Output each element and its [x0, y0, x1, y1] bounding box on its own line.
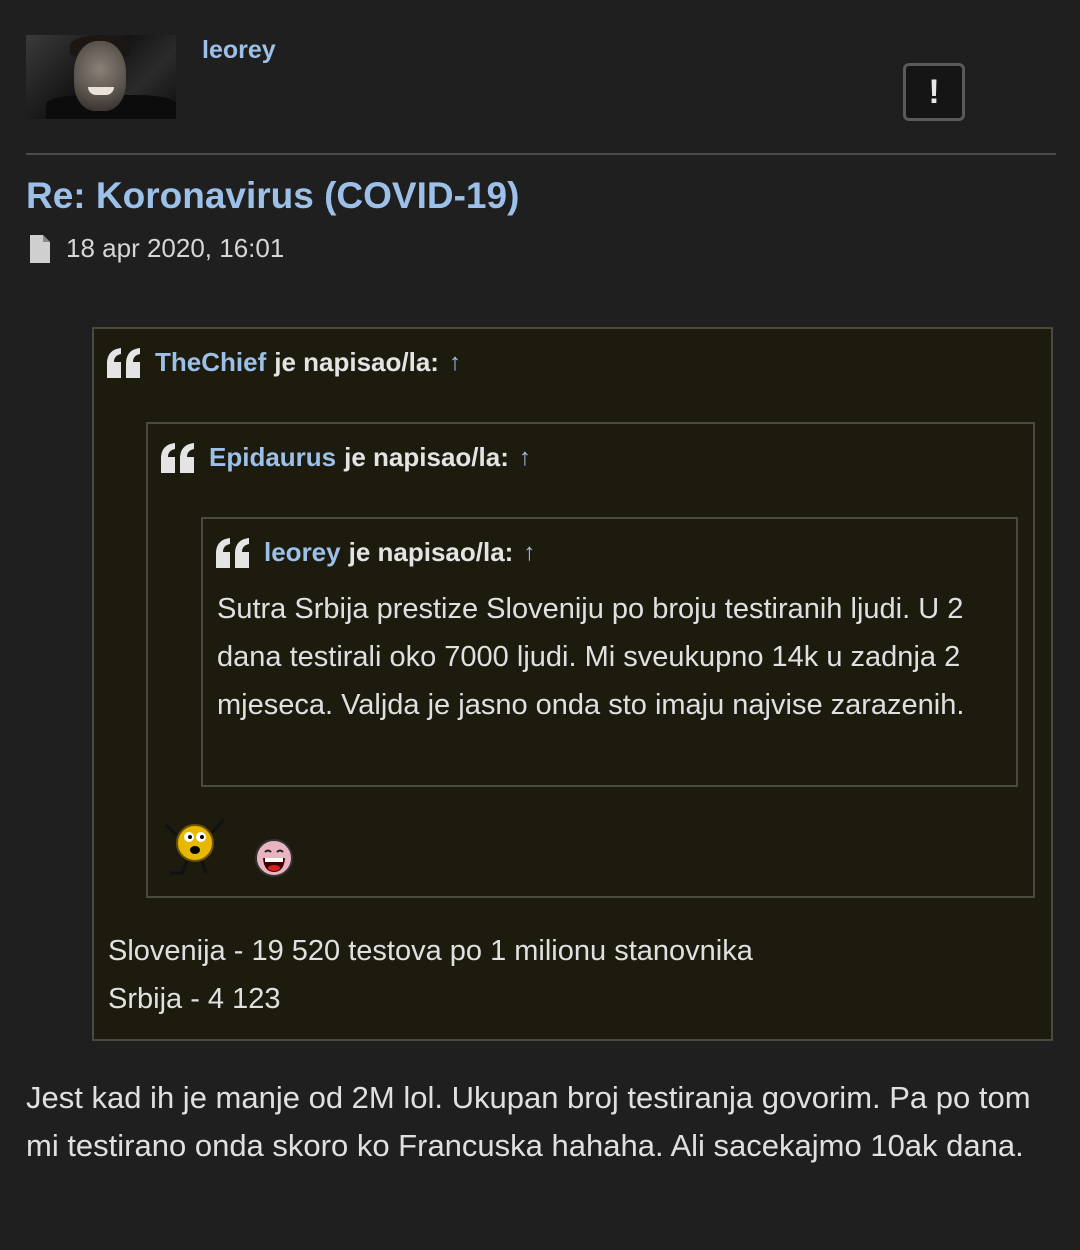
- quote-author-suffix: je napisao/la:: [274, 347, 439, 377]
- post-meta: 18 apr 2020, 16:01: [28, 233, 284, 264]
- quote-block-inner: leorey je napisao/la: ↑ Sutra Srbija pre…: [201, 517, 1018, 787]
- post-date: 18 apr 2020, 16:01: [66, 233, 285, 263]
- file-icon: [30, 234, 50, 263]
- quote-line: Srbija - 4 123: [108, 983, 281, 1015]
- quote-icon: [161, 442, 194, 473]
- quote-author-link[interactable]: Epidaurus: [209, 442, 336, 473]
- quote-header: TheChief je napisao/la: ↑: [107, 347, 461, 378]
- exclamation-icon: !: [928, 73, 940, 111]
- divider: [26, 153, 1056, 155]
- laughing-smiley-icon: [255, 839, 293, 877]
- author-username[interactable]: leorey: [202, 36, 276, 65]
- quote-author-link[interactable]: leorey: [264, 537, 341, 568]
- jump-to-quote-arrow[interactable]: ↑: [523, 539, 535, 567]
- quote-line: Slovenija - 19 520 testova po 1 milionu …: [108, 935, 753, 967]
- quote-header: leorey je napisao/la: ↑: [216, 537, 535, 568]
- quote-author-suffix: je napisao/la:: [344, 442, 509, 472]
- report-button[interactable]: !: [903, 63, 965, 121]
- avatar[interactable]: [26, 35, 176, 119]
- quote-author-suffix: je napisao/la:: [348, 537, 514, 567]
- quote-header: Epidaurus je napisao/la: ↑: [161, 442, 531, 473]
- quote-text: Sutra Srbija prestize Sloveniju po broju…: [217, 593, 965, 721]
- post-body: Jest kad ih je manje od 2M lol. Ukupan b…: [26, 1080, 1031, 1163]
- jump-to-quote-arrow[interactable]: ↑: [519, 444, 531, 472]
- quote-author-link[interactable]: TheChief: [155, 347, 266, 378]
- dancing-smiley-icon: [164, 818, 226, 875]
- jump-to-quote-arrow[interactable]: ↑: [449, 349, 461, 377]
- post-title[interactable]: Re: Koronavirus (COVID-19): [26, 175, 519, 217]
- quote-icon: [216, 537, 249, 568]
- quote-icon: [107, 347, 140, 378]
